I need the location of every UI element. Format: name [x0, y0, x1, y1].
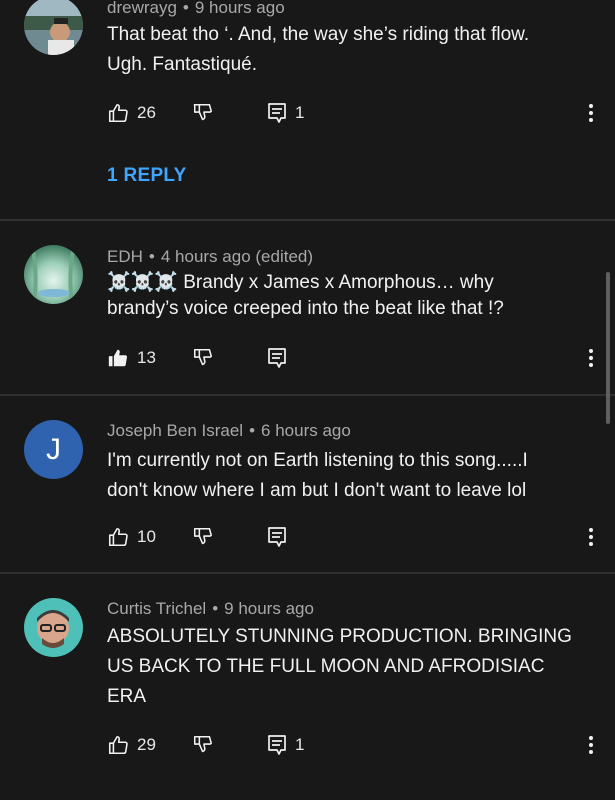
scrollbar[interactable]: [606, 272, 610, 424]
comment-line: I'm currently not on Earth listening to …: [107, 450, 528, 471]
reply-button[interactable]: [267, 522, 287, 552]
thumbs-down-icon: [193, 103, 213, 121]
author-name[interactable]: Joseph Ben Israel: [107, 421, 243, 440]
comment-actions: 29 1: [107, 730, 597, 760]
like-count: 29: [137, 735, 156, 754]
avatar[interactable]: [24, 245, 83, 304]
dislike-button[interactable]: [192, 730, 214, 760]
more-vert-icon[interactable]: [587, 104, 595, 124]
like-button[interactable]: 26: [107, 98, 156, 128]
reply-count: 1: [295, 103, 305, 122]
comment-text: I'm currently not on Earth listening to …: [107, 446, 577, 506]
comment-line: ERA: [107, 686, 147, 707]
reply-comment-icon: [268, 735, 286, 755]
thumbs-up-icon: [108, 103, 128, 123]
thumbs-down-icon: [193, 527, 213, 545]
comment-meta: drewrayg • 9 hours ago: [107, 0, 285, 17]
reply-comment-icon: [268, 103, 286, 123]
dislike-button[interactable]: [192, 98, 214, 128]
comment-meta: Curtis Trichel • 9 hours ago: [107, 599, 314, 618]
comment-meta: Joseph Ben Israel • 6 hours ago: [107, 421, 351, 440]
like-count: 13: [137, 348, 156, 367]
comment-line: ☠️☠️☠️ Brandy x James x Amorphous… why: [107, 272, 494, 293]
comment-line: Ugh. Fantastiqué.: [107, 54, 257, 75]
comment-actions: 13: [107, 343, 597, 373]
author-name[interactable]: drewrayg: [107, 0, 177, 17]
comment-line: That beat tho ‘. And, the way she’s ridi…: [107, 24, 530, 45]
dislike-button[interactable]: [192, 343, 214, 373]
reply-comment-icon: [268, 527, 286, 547]
comment-line: brandy’s voice creeped into the beat lik…: [107, 298, 504, 319]
comment-joseph: J Joseph Ben Israel • 6 hours ago I'm curr…: [0, 396, 615, 572]
avatar[interactable]: [24, 0, 83, 55]
thumbs-down-icon: [193, 735, 213, 753]
reply-count: 1: [295, 735, 305, 754]
divider: [0, 219, 615, 221]
comment-line: ABSOLUTELY STUNNING PRODUCTION. BRINGING: [107, 626, 572, 647]
timestamp: 4 hours ago (edited): [160, 247, 314, 266]
timestamp: 9 hours ago: [194, 0, 285, 17]
avatar[interactable]: [24, 598, 83, 657]
reply-comment-icon: [268, 348, 286, 368]
timestamp: 6 hours ago: [261, 421, 351, 440]
comment-line: don't know where I am but I don't want t…: [107, 480, 527, 501]
comment-text: ☠️☠️☠️ Brandy x James x Amorphous… why b…: [107, 270, 577, 322]
author-name[interactable]: EDH: [107, 247, 143, 266]
more-vert-icon[interactable]: [587, 736, 595, 756]
comment-actions: 10: [107, 522, 597, 552]
comment-text: ABSOLUTELY STUNNING PRODUCTION. BRINGING…: [107, 622, 577, 712]
avatar-letter: J: [46, 432, 61, 466]
thumbs-up-icon: [108, 527, 128, 547]
avatar[interactable]: J: [24, 420, 83, 479]
like-count: 26: [137, 103, 156, 122]
like-button[interactable]: 29: [107, 730, 156, 760]
thumbs-up-icon: [108, 735, 128, 755]
comment-actions: 26 1: [107, 98, 597, 128]
reply-button[interactable]: [267, 343, 287, 373]
comment-drewrayg: drewrayg • 9 hours ago That beat tho ‘. An…: [0, 0, 615, 220]
comment-curtis: Curtis Trichel • 9 hours ago ABSOLUTELY ST…: [0, 574, 615, 800]
reply-button[interactable]: 1: [267, 98, 304, 128]
thumbs-down-icon: [193, 348, 213, 366]
timestamp: 9 hours ago: [224, 599, 314, 618]
dislike-button[interactable]: [192, 522, 214, 552]
comment-meta: EDH • 4 hours ago (edited): [107, 247, 314, 266]
comment-text: That beat tho ‘. And, the way she’s ridi…: [107, 20, 577, 80]
author-name[interactable]: Curtis Trichel: [107, 599, 206, 618]
more-vert-icon[interactable]: [587, 349, 595, 369]
like-count: 10: [137, 527, 156, 546]
more-vert-icon[interactable]: [587, 528, 595, 548]
like-button[interactable]: 13: [107, 343, 156, 373]
thumbs-up-filled-icon: [108, 349, 128, 367]
like-button[interactable]: 10: [107, 522, 156, 552]
reply-button[interactable]: 1: [267, 730, 304, 760]
comment-edh: EDH • 4 hours ago (edited) ☠️☠️☠️ Brandy x…: [0, 222, 615, 394]
view-replies-button[interactable]: 1 REPLY: [107, 165, 187, 187]
comment-line: US BACK TO THE FULL MOON AND AFRODISIAC: [107, 656, 545, 677]
